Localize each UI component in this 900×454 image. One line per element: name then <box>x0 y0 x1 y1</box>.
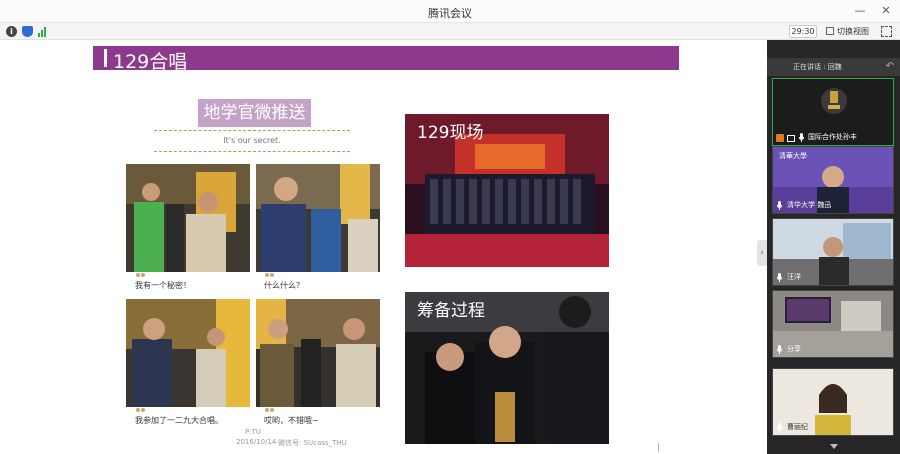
shared-screen: 129合唱 地学官微推送 It's our secret. 我有一个秘密！ 什么… <box>0 40 767 454</box>
shield-icon[interactable] <box>22 26 33 37</box>
caption-1: 我有一个秘密！ <box>135 281 191 290</box>
slide-header: 129合唱 <box>93 46 679 73</box>
section-live-title: 129现场 <box>417 123 484 143</box>
title-bar: 腾讯会议 — ✕ <box>0 0 900 23</box>
photo-joined <box>126 299 250 407</box>
wechat-banner: 地学官微推送 <box>198 99 311 127</box>
scroll-down-icon[interactable] <box>830 444 838 449</box>
video-tile-3[interactable]: 汪洋 <box>772 218 894 286</box>
wechat-banner-text: 地学官微推送 <box>203 103 306 123</box>
minimize-icon[interactable]: — <box>852 3 868 19</box>
photo-preparation: 筹备过程 <box>405 292 609 444</box>
panel-collapse-button[interactable]: › <box>757 240 767 266</box>
speaking-bar: 正在讲话 : 回魏 ↶ <box>767 58 900 76</box>
tile-1-name: 国际合作处孙丰 <box>808 133 857 141</box>
speaking-label: 正在讲话 : 回魏 <box>793 63 842 71</box>
tile-5-name: 曹丽纪 <box>787 423 808 431</box>
caption-dots-icon <box>136 273 146 278</box>
photo-live-stage: 129现场 <box>405 114 609 267</box>
video-tile-2[interactable]: 清華大學 清华大学 魏迅 <box>772 146 894 214</box>
slide-title: 129合唱 <box>113 51 188 73</box>
dotted-divider <box>154 151 350 152</box>
video-tile-4[interactable]: 分享 <box>772 290 894 358</box>
window-title: 腾讯会议 <box>428 7 472 20</box>
participants-panel: 正在讲话 : 回魏 ↶ 国际合作处孙丰 清華大學 清华大学 魏迅 汪洋 分享 曹… <box>767 40 900 454</box>
footer-watermark: 微信号: SUcass_THU <box>278 439 347 447</box>
close-icon[interactable]: ✕ <box>878 3 894 19</box>
caption-dots-icon <box>265 273 275 278</box>
meeting-toolbar: i 29:30 切换视图 <box>0 23 900 40</box>
screen-share-icon <box>787 135 795 142</box>
signal-icon[interactable] <box>38 26 49 37</box>
tile-2-name: 清华大学 魏迅 <box>787 201 832 209</box>
back-icon[interactable]: ↶ <box>886 61 894 72</box>
video-tile-5[interactable]: 曹丽纪 <box>772 368 894 436</box>
caption-dots-icon <box>136 408 146 413</box>
photo-secret <box>126 164 250 272</box>
caption-dots-icon <box>265 408 275 413</box>
caption-2: 什么什么？ <box>264 281 304 290</box>
slide-mark <box>658 443 659 452</box>
cup-avatar-icon <box>776 134 784 142</box>
dotted-divider <box>154 130 350 131</box>
photo-not-bad <box>256 299 380 407</box>
wechat-subtitle: It's our secret. <box>223 136 281 145</box>
video-tile-1[interactable]: 国际合作处孙丰 <box>772 78 894 146</box>
mic-icon <box>776 201 783 210</box>
footer-author: P:TU <box>245 428 261 436</box>
switch-view-label: 切换视图 <box>837 27 869 36</box>
grid-view-icon <box>826 27 834 35</box>
tsinghua-logo: 清華大學 <box>779 152 807 160</box>
mic-icon <box>776 345 783 354</box>
mic-icon <box>776 423 783 432</box>
mic-icon <box>776 273 783 282</box>
header-accent-bar <box>104 49 107 67</box>
footer-date: 2016/10/14 <box>236 438 277 446</box>
tile-4-name: 分享 <box>787 345 801 353</box>
photo-what <box>256 164 380 272</box>
section-prep-title: 筹备过程 <box>417 301 485 321</box>
switch-view-button[interactable]: 切换视图 <box>826 25 872 38</box>
info-icon[interactable]: i <box>6 26 17 37</box>
meeting-timer: 29:30 <box>789 25 817 38</box>
caption-4: 哎哟，不错哦~ <box>264 416 319 425</box>
mic-icon <box>798 133 805 142</box>
caption-3: 我参加了一二九大合唱。 <box>135 416 223 425</box>
fullscreen-icon[interactable] <box>881 26 892 37</box>
tile-3-name: 汪洋 <box>787 273 801 281</box>
